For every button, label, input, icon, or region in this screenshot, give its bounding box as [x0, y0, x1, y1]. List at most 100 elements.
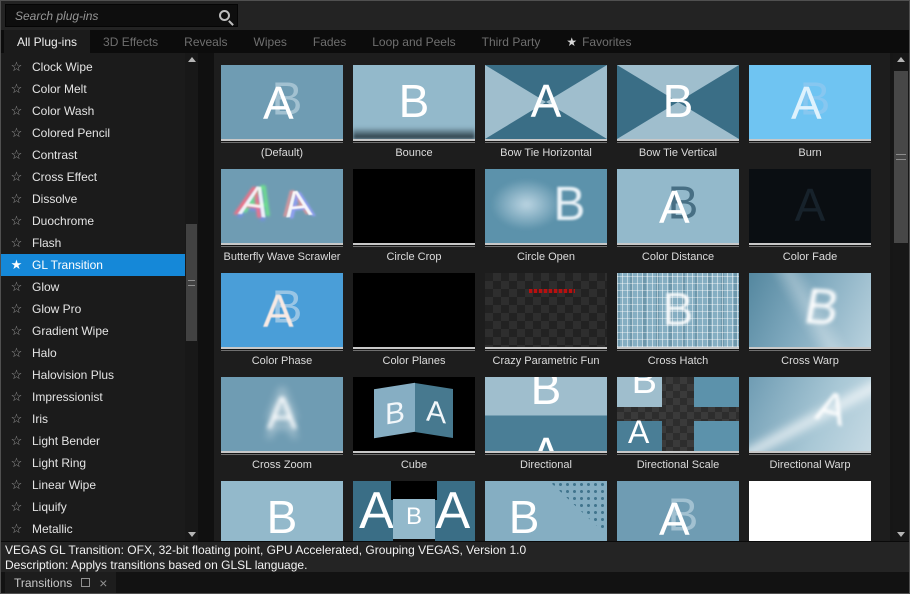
plugin-cell-directional-warp[interactable]: ADirectional Warp: [749, 377, 871, 472]
plugin-cell-cross-hatch[interactable]: BCross Hatch: [617, 273, 739, 368]
tab-all-plug-ins[interactable]: All Plug-ins: [4, 30, 90, 53]
star-outline-icon[interactable]: ☆: [10, 389, 23, 405]
search-box[interactable]: [5, 4, 238, 27]
sidebar-item-cross-effect[interactable]: ☆Cross Effect: [1, 166, 185, 188]
sidebar-item-label: Contrast: [32, 148, 77, 162]
star-outline-icon[interactable]: ☆: [10, 477, 23, 493]
sidebar-item-iris[interactable]: ☆Iris: [1, 408, 185, 430]
plugin-label: Cross Hatch: [617, 352, 739, 368]
thumb-letter: B: [632, 377, 657, 400]
sidebar-item-impressionist[interactable]: ☆Impressionist: [1, 386, 185, 408]
thumb-letter: B: [399, 78, 430, 124]
plugin-cell-color-planes[interactable]: Color Planes: [353, 273, 475, 368]
plugin-cell-color-phase[interactable]: BAColor Phase: [221, 273, 343, 368]
star-outline-icon[interactable]: ☆: [10, 433, 23, 449]
star-outline-icon[interactable]: ☆: [10, 279, 23, 295]
sidebar-item-color-melt[interactable]: ☆Color Melt: [1, 78, 185, 100]
plugin-cell-default[interactable]: BA(Default): [221, 65, 343, 160]
dock-tab-transitions[interactable]: Transitions ×: [5, 572, 116, 593]
sidebar-item-liquify[interactable]: ☆Liquify: [1, 496, 185, 518]
sidebar-item-gradient-wipe[interactable]: ☆Gradient Wipe: [1, 320, 185, 342]
sidebar-item-light-bender[interactable]: ☆Light Bender: [1, 430, 185, 452]
tab-fades[interactable]: Fades: [300, 30, 359, 53]
plugin-cell[interactable]: BA: [617, 481, 739, 541]
sidebar-item-halo[interactable]: ☆Halo: [1, 342, 185, 364]
star-outline-icon[interactable]: ☆: [10, 499, 23, 515]
search-input[interactable]: [13, 8, 219, 24]
sidebar-scrollbar-thumb[interactable]: [186, 224, 197, 341]
sidebar-item-glow[interactable]: ☆Glow: [1, 276, 185, 298]
star-outline-icon[interactable]: ☆: [10, 235, 23, 251]
star-outline-icon[interactable]: ☆: [10, 59, 23, 75]
star-outline-icon[interactable]: ☆: [10, 367, 23, 383]
float-window-icon[interactable]: [81, 578, 90, 587]
sidebar-item-color-wash[interactable]: ☆Color Wash: [1, 100, 185, 122]
star-outline-icon[interactable]: ☆: [10, 345, 23, 361]
plugin-cell-bow-tie-horizontal[interactable]: ABow Tie Horizontal: [485, 65, 607, 160]
plugin-cell-directional[interactable]: BADirectional: [485, 377, 607, 472]
star-outline-icon[interactable]: ☆: [10, 169, 23, 185]
star-outline-icon[interactable]: ☆: [10, 147, 23, 163]
plugin-cell-cross-zoom[interactable]: ACross Zoom: [221, 377, 343, 472]
thumb-letter: A: [263, 80, 294, 126]
plugin-cell-circle-open[interactable]: BCircle Open: [485, 169, 607, 264]
plugin-cell-butterfly-wave-scrawler[interactable]: AAButterfly Wave Scrawler: [221, 169, 343, 264]
grid-scrollbar[interactable]: [893, 53, 909, 541]
tab-3d-effects[interactable]: 3D Effects: [90, 30, 171, 53]
star-outline-icon[interactable]: ☆: [10, 301, 23, 317]
tab-wipes[interactable]: Wipes: [241, 30, 300, 53]
tab-loop-and-peels[interactable]: Loop and Peels: [359, 30, 468, 53]
sidebar-item-duochrome[interactable]: ☆Duochrome: [1, 210, 185, 232]
plugin-cell[interactable]: B: [221, 481, 343, 541]
sidebar-item-glow-pro[interactable]: ☆Glow Pro: [1, 298, 185, 320]
plugin-cell-bounce[interactable]: BBounce: [353, 65, 475, 160]
plugin-cell-cube[interactable]: BACube: [353, 377, 475, 472]
sidebar-item-contrast[interactable]: ☆ Contrast: [1, 144, 185, 166]
tab-label: Reveals: [184, 35, 227, 49]
plugin-cell-directional-scale[interactable]: BADirectional Scale: [617, 377, 739, 472]
star-outline-icon[interactable]: ☆: [10, 323, 23, 339]
plugin-cell-burn[interactable]: BABurn: [749, 65, 871, 160]
tab-label: Wipes: [254, 35, 287, 49]
star-filled-icon[interactable]: ★: [10, 257, 23, 273]
star-outline-icon[interactable]: ☆: [10, 521, 23, 537]
search-icon[interactable]: [219, 10, 230, 21]
sidebar-item-halovision-plus[interactable]: ☆Halovision Plus: [1, 364, 185, 386]
sidebar-item-gl-transition[interactable]: ★GL Transition: [1, 254, 185, 276]
plugin-cell-color-distance[interactable]: BAColor Distance: [617, 169, 739, 264]
plugin-cell[interactable]: [749, 481, 871, 541]
scroll-up-icon[interactable]: [897, 57, 905, 62]
plugin-cell-bow-tie-vertical[interactable]: BBow Tie Vertical: [617, 65, 739, 160]
star-outline-icon[interactable]: ☆: [10, 191, 23, 207]
sidebar-item-metallic[interactable]: ☆Metallic: [1, 518, 185, 540]
star-outline-icon[interactable]: ☆: [10, 411, 23, 427]
grid-scrollbar-thumb[interactable]: [894, 71, 908, 243]
tab-favorites[interactable]: ★Favorites: [553, 30, 644, 53]
sidebar-item-clock-wipe[interactable]: ☆Clock Wipe: [1, 56, 185, 78]
sidebar-item-colored-pencil[interactable]: ☆Colored Pencil: [1, 122, 185, 144]
scroll-down-icon[interactable]: [188, 532, 196, 537]
sidebar-item-linear-wipe[interactable]: ☆Linear Wipe: [1, 474, 185, 496]
close-icon[interactable]: ×: [99, 576, 107, 590]
plugin-cell-circle-crop[interactable]: Circle Crop: [353, 169, 475, 264]
sidebar-item-flash[interactable]: ☆Flash: [1, 232, 185, 254]
plugin-label: Bow Tie Horizontal: [485, 144, 607, 160]
plugin-cell-cross-warp[interactable]: BCross Warp: [749, 273, 871, 368]
sidebar-item-dissolve[interactable]: ☆Dissolve: [1, 188, 185, 210]
plugin-cell[interactable]: B: [485, 481, 607, 541]
sidebar-scrollbar[interactable]: [185, 53, 198, 541]
tab-third-party[interactable]: Third Party: [469, 30, 554, 53]
scroll-up-icon[interactable]: [188, 57, 196, 62]
plugin-cell-crazy-parametric-fun[interactable]: Crazy Parametric Fun: [485, 273, 607, 368]
star-outline-icon[interactable]: ☆: [10, 81, 23, 97]
scroll-down-icon[interactable]: [897, 532, 905, 537]
sidebar-item-light-ring[interactable]: ☆Light Ring: [1, 452, 185, 474]
star-outline-icon[interactable]: ☆: [10, 125, 23, 141]
plugin-cell-color-fade[interactable]: AColor Fade: [749, 169, 871, 264]
star-outline-icon[interactable]: ☆: [10, 103, 23, 119]
tab-reveals[interactable]: Reveals: [171, 30, 240, 53]
star-outline-icon[interactable]: ☆: [10, 455, 23, 471]
plugin-cell[interactable]: AAB: [353, 481, 475, 541]
star-outline-icon[interactable]: ☆: [10, 213, 23, 229]
plugin-thumbnail: B: [353, 65, 475, 139]
